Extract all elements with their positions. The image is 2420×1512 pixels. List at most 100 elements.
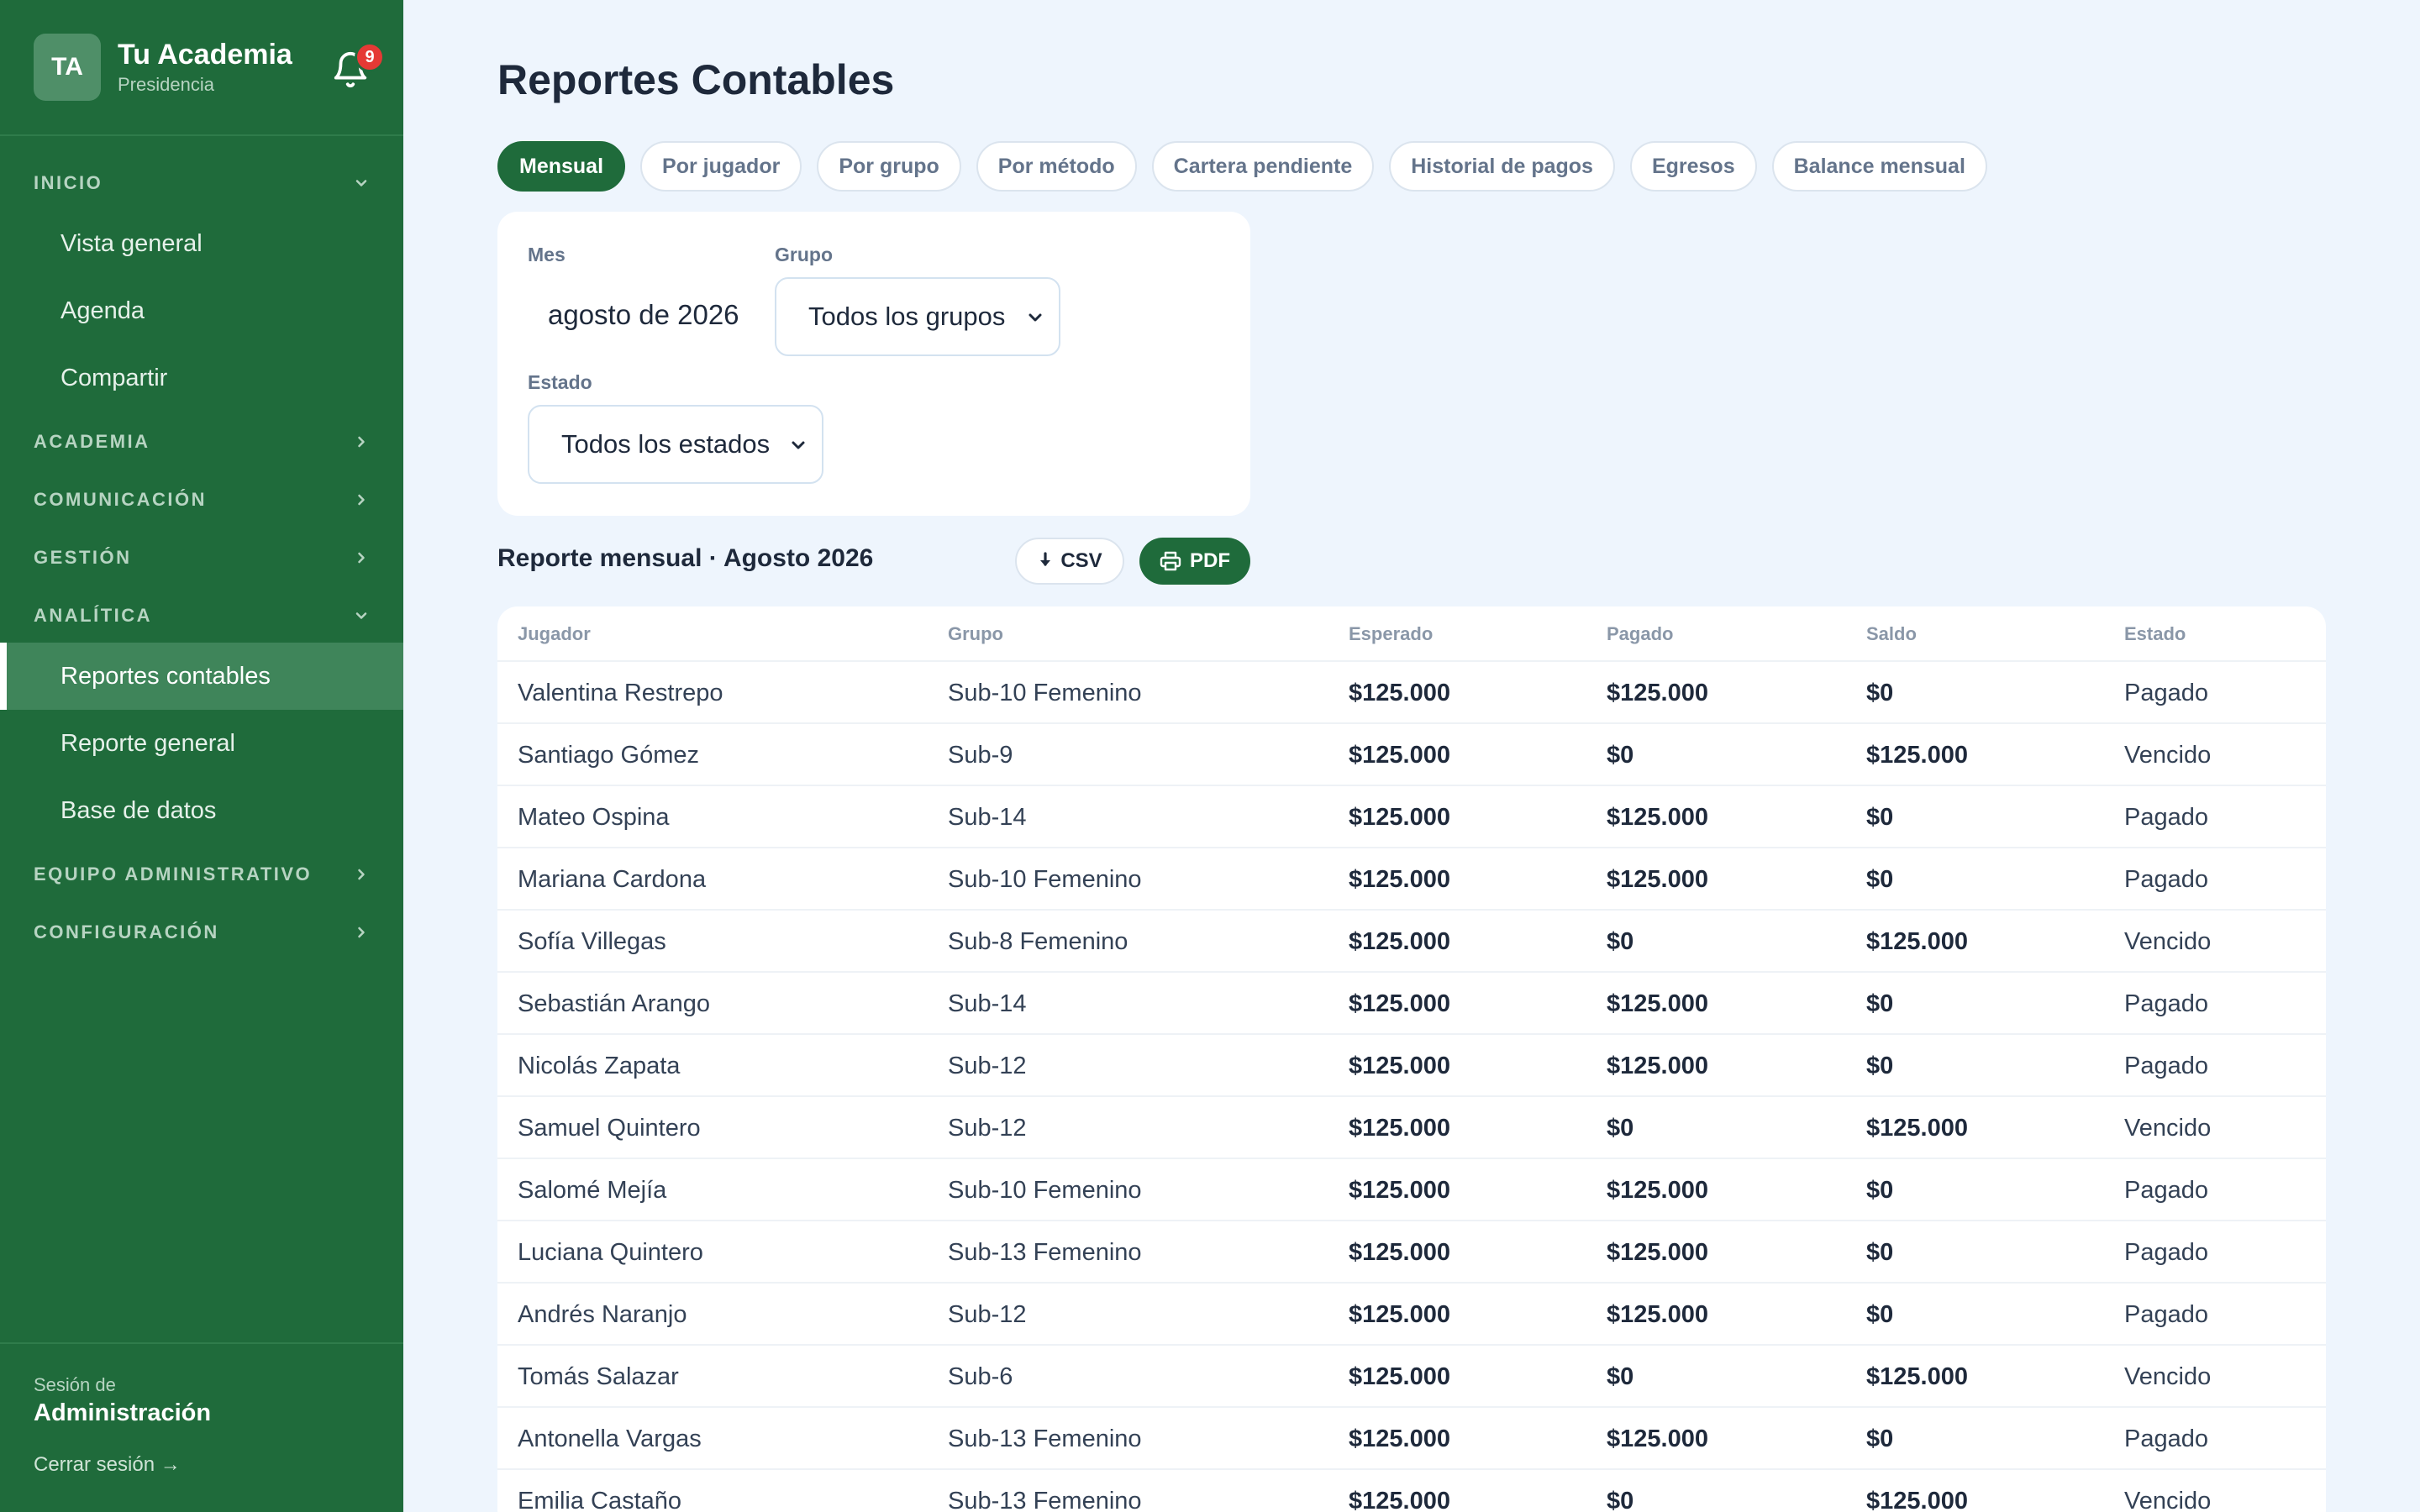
cell-estado: Pagado	[2124, 803, 2208, 831]
sidebar-section-label: ANALÍTICA	[34, 605, 153, 626]
cell-esperado: $125.000	[1349, 803, 1450, 831]
printer-icon	[1160, 551, 1181, 571]
cell-esperado: $125.000	[1349, 741, 1450, 769]
sidebar-section-label: EQUIPO ADMINISTRATIVO	[34, 864, 313, 885]
cell-estado: Pagado	[2124, 990, 2208, 1017]
cell-esperado: $125.000	[1349, 1114, 1450, 1142]
csv-label: CSV	[1060, 549, 1102, 572]
cell-pagado: $125.000	[1607, 1300, 1708, 1328]
cell-pagado: $0	[1607, 741, 1634, 769]
table-row: Santiago Gómez Sub-9 $125.000 $0 $125.000 Ven…	[497, 724, 2326, 786]
tab-cartera-pendiente[interactable]: Cartera pendiente	[1151, 141, 1375, 192]
cell-estado: Pagado	[2124, 1238, 2208, 1266]
cell-grupo: Sub-10 Femenino	[948, 865, 1142, 893]
cell-estado: Vencido	[2124, 1362, 2212, 1390]
group-select-value: Todos los grupos	[808, 302, 1006, 331]
table-row: Sebastián Arango Sub-14 $125.000 $125.000 $0…	[497, 973, 2326, 1035]
sidebar-section-equipo-administrativo[interactable]: EQUIPO ADMINISTRATIVO	[34, 858, 370, 891]
sidebar-section-gestion[interactable]: GESTIÓN	[34, 541, 370, 575]
cell-pagado: $0	[1607, 1362, 1634, 1390]
cell-saldo: $0	[1866, 1052, 1894, 1079]
sidebar-section-label: GESTIÓN	[34, 547, 132, 568]
month-label: Mes	[528, 244, 566, 265]
sidebar-item-base-de-datos[interactable]: Base de datos	[0, 777, 403, 844]
group-label: Grupo	[775, 244, 833, 265]
sidebar-section-comunicacion[interactable]: COMUNICACIÓN	[34, 483, 370, 517]
column-header-esperado: Esperado	[1349, 623, 1434, 644]
sidebar-section-label: COMUNICACIÓN	[34, 489, 207, 510]
tab-por-grupo[interactable]: Por grupo	[817, 141, 961, 192]
cell-grupo: Sub-13 Femenino	[948, 1238, 1142, 1266]
cell-pagado: $125.000	[1607, 1238, 1708, 1266]
cell-grupo: Sub-14	[948, 990, 1027, 1017]
cell-pagado: $0	[1607, 927, 1634, 955]
cell-estado: Pagado	[2124, 1425, 2208, 1452]
cell-pagado: $125.000	[1607, 803, 1708, 831]
chevron-right-icon	[353, 433, 370, 450]
export-csv-button[interactable]: CSV	[1015, 538, 1124, 585]
cell-estado: Pagado	[2124, 865, 2208, 893]
chevron-down-icon	[792, 441, 805, 449]
sidebar-section-academia[interactable]: ACADEMIA	[34, 425, 370, 459]
group-select[interactable]: Todos los grupos	[775, 277, 1060, 356]
cell-esperado: $125.000	[1349, 1362, 1450, 1390]
notifications-button[interactable]: 9	[329, 42, 385, 92]
sidebar-section-configuracion[interactable]: CONFIGURACIÓN	[34, 916, 370, 949]
sidebar-item-vista-general[interactable]: Vista general	[0, 210, 403, 277]
logout-link[interactable]: Cerrar sesión →	[34, 1453, 181, 1477]
cell-jugador: Tomás Salazar	[518, 1362, 679, 1390]
cell-pagado: $125.000	[1607, 990, 1708, 1017]
cell-esperado: $125.000	[1349, 679, 1450, 706]
session-name: Administración	[34, 1399, 212, 1426]
cell-estado: Vencido	[2124, 1114, 2212, 1142]
cell-jugador: Luciana Quintero	[518, 1238, 703, 1266]
chevron-right-icon	[353, 491, 370, 508]
export-pdf-button[interactable]: PDF	[1139, 538, 1250, 585]
tab-por-metodo[interactable]: Por método	[976, 141, 1137, 192]
sidebar-item-agenda[interactable]: Agenda	[0, 277, 403, 344]
sidebar: TA Tu Academia Presidencia 9 INICIO Vista…	[0, 0, 403, 1512]
brand: TA Tu Academia Presidencia 9	[34, 34, 387, 101]
cell-esperado: $125.000	[1349, 990, 1450, 1017]
cell-saldo: $125.000	[1866, 1362, 1968, 1390]
cell-jugador: Sebastián Arango	[518, 990, 710, 1017]
cell-jugador: Andrés Naranjo	[518, 1300, 687, 1328]
cell-esperado: $125.000	[1349, 927, 1450, 955]
sidebar-item-reportes-contables[interactable]: Reportes contables	[0, 643, 403, 710]
cell-saldo: $0	[1866, 679, 1894, 706]
cell-grupo: Sub-12	[948, 1114, 1027, 1142]
tab-por-jugador[interactable]: Por jugador	[640, 141, 802, 192]
month-picker[interactable]: agosto de 2026	[548, 299, 739, 331]
sidebar-section-analitica[interactable]: ANALÍTICA	[34, 599, 370, 633]
status-select[interactable]: Todos los estados	[528, 405, 823, 484]
sidebar-item-compartir[interactable]: Compartir	[0, 344, 403, 412]
table-row: Samuel Quintero Sub-12 $125.000 $0 $125.000 V…	[497, 1097, 2326, 1159]
page-title: Reportes Contables	[497, 56, 895, 103]
cell-pagado: $0	[1607, 1487, 1634, 1512]
cell-grupo: Sub-12	[948, 1052, 1027, 1079]
cell-pagado: $125.000	[1607, 1176, 1708, 1204]
sidebar-item-reporte-general[interactable]: Reporte general	[0, 710, 403, 777]
cell-esperado: $125.000	[1349, 1300, 1450, 1328]
cell-grupo: Sub-8 Femenino	[948, 927, 1128, 955]
tab-historial-de-pagos[interactable]: Historial de pagos	[1389, 141, 1615, 192]
table-row: Antonella Vargas Sub-13 Femenino $125.000 $…	[497, 1408, 2326, 1470]
cell-esperado: $125.000	[1349, 1176, 1450, 1204]
filters-card: Mes agosto de 2026 Grupo Todos los grupo…	[497, 212, 1250, 516]
table-row: Sofía Villegas Sub-8 Femenino $125.000 $0 $1…	[497, 911, 2326, 973]
sidebar-section-inicio[interactable]: INICIO	[34, 166, 370, 200]
cell-grupo: Sub-9	[948, 741, 1013, 769]
table-row: Mariana Cardona Sub-10 Femenino $125.000 $1…	[497, 848, 2326, 911]
cell-jugador: Emilia Castaño	[518, 1487, 682, 1512]
cell-pagado: $125.000	[1607, 865, 1708, 893]
academy-avatar: TA	[34, 34, 101, 101]
cell-saldo: $0	[1866, 1425, 1894, 1452]
cell-grupo: Sub-10 Femenino	[948, 679, 1142, 706]
tab-balance-mensual[interactable]: Balance mensual	[1771, 141, 1987, 192]
tab-egresos[interactable]: Egresos	[1629, 141, 1757, 192]
chevron-right-icon	[353, 866, 370, 883]
cell-estado: Vencido	[2124, 1487, 2212, 1512]
sidebar-divider	[0, 1342, 403, 1344]
cell-grupo: Sub-6	[948, 1362, 1013, 1390]
tab-mensual[interactable]: Mensual	[497, 141, 626, 192]
